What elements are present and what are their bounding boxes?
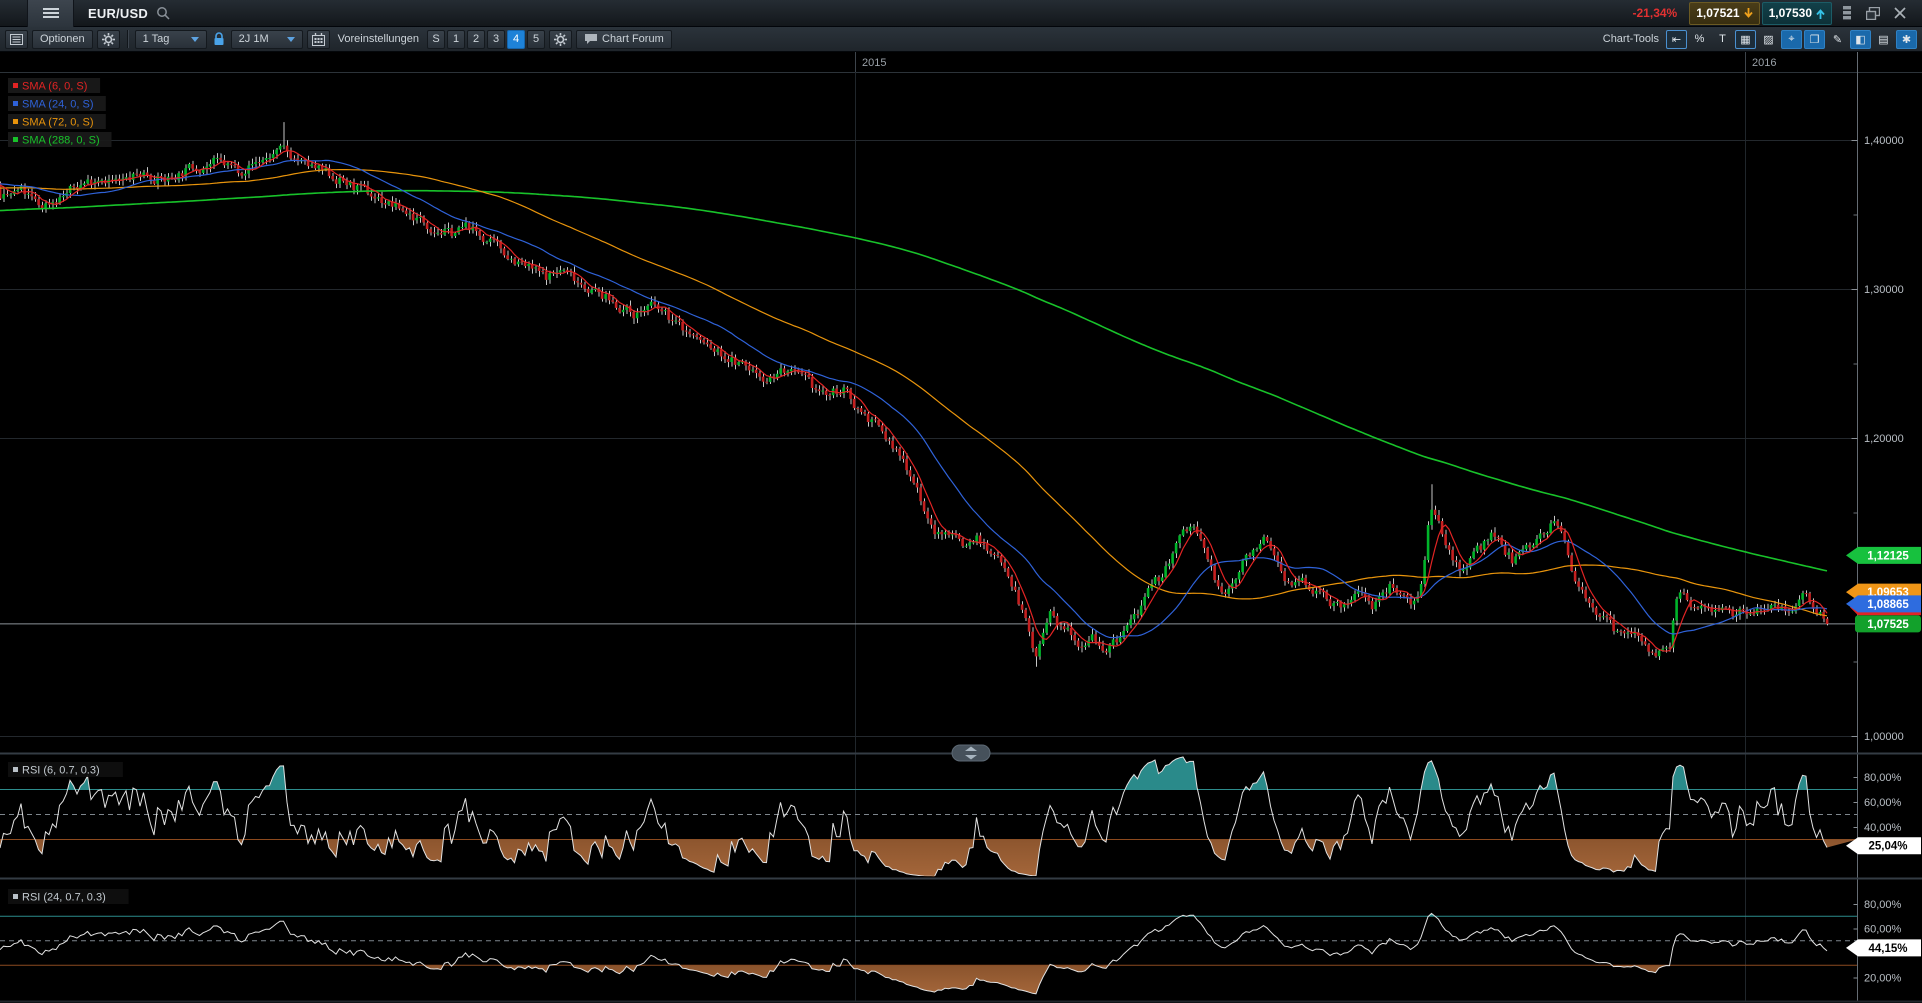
pin-tool-icon[interactable]: ⌖ [1781,30,1802,49]
hamburger-icon [43,7,59,19]
draw-edit-icon[interactable]: ✎ [1827,30,1848,49]
calendar-button[interactable] [307,30,330,49]
x-axis-year-label: 2015 [862,57,886,69]
interval-value: 1 Tag [143,33,170,45]
toolbar-separator [127,30,128,48]
x-axis-year-label: 2016 [1752,57,1776,69]
chart-forum-button[interactable]: Chart Forum [576,30,672,49]
sell-price-value: 1,07521 [1696,6,1739,20]
eraser-icon[interactable]: ◧ [1850,30,1871,49]
gear-icon [102,33,115,46]
price-axis-label: 1,40000 [1864,135,1904,147]
chart-forum-label: Chart Forum [602,33,664,45]
chart-list-button[interactable] [5,30,28,49]
layout-button-1[interactable]: 1 [447,30,465,49]
window-controls [1842,6,1906,20]
grip-icon[interactable] [1842,6,1852,20]
svg-text:44,15%: 44,15% [1868,943,1907,955]
presets-label: Voreinstellungen [338,33,419,45]
sma-24-line [0,160,1827,637]
text-size-icon[interactable]: T [1712,30,1733,49]
list-icon [10,34,23,45]
layout-button-s[interactable]: S [427,30,445,49]
range-value: 2J 1M [239,33,269,45]
instrument-title: EUR/USD [88,6,148,21]
chart-tools-icons: ⇤%T▦▨⌖❐✎◧▤✱ [1666,30,1917,49]
svg-text:1,12125: 1,12125 [1867,550,1909,562]
grid-edit-icon[interactable]: ▨ [1758,30,1779,49]
svg-text:1,07525: 1,07525 [1867,619,1909,631]
sma-legend-label: SMA (24, 0, S) [22,99,94,111]
chart-settings-icon[interactable]: ✱ [1896,30,1917,49]
chart-tools-label: Chart-Tools [1603,33,1659,45]
buy-arrow-up-icon [1816,8,1825,19]
calendar-icon [312,33,325,46]
buy-price-value: 1,07530 [1769,6,1812,20]
sma-72-line [0,170,1827,616]
gear-icon [554,33,567,46]
chart-area: 2015 2016 1,40000 1,30000 1,20000 1,00000 1,12… [0,52,1922,1003]
rsi-axis-label: 60,00% [1864,797,1902,809]
rsi-axis-label: 40,00% [1864,822,1902,834]
interval-dropdown[interactable]: 1 Tag [135,30,207,49]
rsi-legend-label: RSI (6, 0.7, 0.3) [22,765,100,777]
layout-button-5[interactable]: 5 [527,30,545,49]
cursor-tool-icon[interactable]: ⇤ [1666,30,1687,49]
rsi-axis-label: 80,00% [1864,899,1902,911]
range-dropdown[interactable]: 2J 1M [231,30,303,49]
title-bar: EUR/USD -21,34% 1,07521 1,07530 [0,0,1922,27]
svg-text:1,08865: 1,08865 [1867,599,1909,611]
change-percent: -21,34% [1633,6,1678,20]
lock-icon[interactable] [213,32,225,46]
layout-settings-button[interactable] [549,30,572,49]
sma-legend-label: SMA (72, 0, S) [22,117,94,129]
price-axis-label: 1,00000 [1864,731,1904,743]
sma-288-line [0,191,1827,571]
candles-layer [0,122,1828,667]
grid-icon[interactable]: ▦ [1735,30,1756,49]
chevron-down-icon [191,37,199,42]
chevron-down-icon [287,37,295,42]
sma-legend-label: SMA (288, 0, S) [22,135,100,147]
restore-window-icon[interactable] [1866,7,1880,20]
price-axis-label: 1,30000 [1864,284,1904,296]
price-axis-label: 1,20000 [1864,433,1904,445]
sell-price-button[interactable]: 1,07521 [1689,2,1759,25]
layout-button-3[interactable]: 3 [487,30,505,49]
rsi-axis-label: 80,00% [1864,772,1902,784]
sma-legend-label: SMA (6, 0, S) [22,81,87,93]
chart-canvas[interactable]: 2015 2016 1,40000 1,30000 1,20000 1,00000 1,12… [0,52,1922,1003]
percent-scale-icon[interactable]: % [1689,30,1710,49]
chat-bubble-icon [584,33,598,45]
cascade-windows-icon[interactable]: ❐ [1804,30,1825,49]
rsi-legend-label: RSI (24, 0.7, 0.3) [22,892,106,904]
options-settings-button[interactable] [97,30,120,49]
buy-price-button[interactable]: 1,07530 [1762,2,1832,25]
chart-toolbar: Optionen 1 Tag 2J 1M Voreinstellungen S1… [0,27,1922,52]
options-button[interactable]: Optionen [32,30,93,49]
svg-text:25,04%: 25,04% [1868,841,1907,853]
close-icon[interactable] [1894,7,1906,19]
pane-collapse-handle[interactable] [952,745,990,761]
sell-arrow-down-icon [1744,8,1753,19]
rsi-axis-label: 60,00% [1864,924,1902,936]
menu-button[interactable] [27,0,74,27]
sma-6-line [0,151,1827,651]
layout-button-group: S12345 [427,30,545,49]
search-icon[interactable] [156,6,170,20]
rsi-axis-label: 20,00% [1864,973,1902,985]
print-icon[interactable]: ▤ [1873,30,1894,49]
chart-tools-group: Chart-Tools ⇤%T▦▨⌖❐✎◧▤✱ [1603,30,1917,49]
layout-button-2[interactable]: 2 [467,30,485,49]
layout-button-4[interactable]: 4 [507,30,525,49]
